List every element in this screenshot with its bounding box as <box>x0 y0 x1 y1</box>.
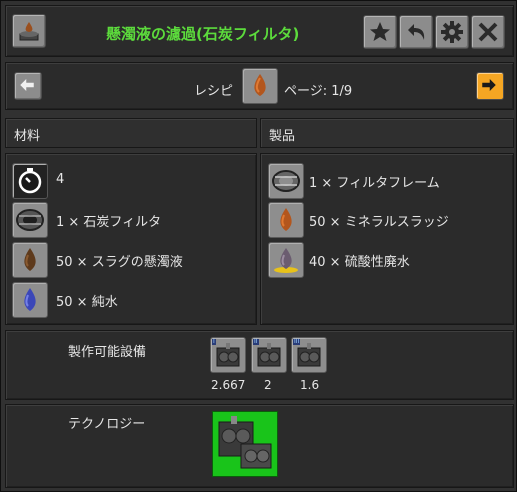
gear-icon <box>441 21 463 43</box>
washing-plant-icon <box>216 343 240 367</box>
crafting-machines-section: 製作可能設備 I 2.667 II 2 III 1.6 <box>5 330 514 400</box>
filter-frame-icon <box>272 170 300 192</box>
recipe-label: レシピ <box>194 84 234 99</box>
machine-speed: 1.6 <box>300 378 320 392</box>
header-bar: 懸濁液の濾過(石炭フィルタ) <box>5 5 514 57</box>
washing-plant-icon <box>297 343 321 367</box>
ingredients-header: 材料 <box>5 118 257 148</box>
coal-filter-icon <box>16 209 44 231</box>
pure-water-slot <box>12 282 48 318</box>
products-header: 製品 <box>260 118 514 148</box>
ingredients-list: 4 1 × 石炭フィルタ 50 × スラグの懸濁液 50 × 純水 <box>5 153 257 325</box>
close-icon <box>478 22 498 42</box>
time-icon <box>18 168 42 194</box>
item-text: 50 × 純水 <box>56 295 118 310</box>
products-heading: 製品 <box>269 129 296 144</box>
mineral-sludge-icon <box>280 208 292 231</box>
sulfuric-waste-water-slot <box>268 242 304 278</box>
item-text: 1 × 石炭フィルタ <box>56 215 162 230</box>
item-text: 1 × フィルタフレーム <box>309 176 440 191</box>
technology-label: テクノロジー <box>68 417 146 432</box>
back-icon <box>408 24 425 40</box>
coal-filter-slot <box>12 202 48 238</box>
mineral-sludge-icon <box>254 74 266 96</box>
machine-slot: III <box>291 337 327 373</box>
arrow-left-icon <box>20 79 34 91</box>
time-slot <box>12 163 48 199</box>
settings-button[interactable] <box>435 15 469 49</box>
next-page-button[interactable] <box>476 72 504 100</box>
products-list: 1 × フィルタフレーム 50 × ミネラルスラッジ 40 × 硫酸性廃水 <box>260 153 514 325</box>
slag-slurry-icon <box>24 248 36 271</box>
machine-speed: 2.667 <box>211 378 246 392</box>
machine-speed: 2 <box>264 378 272 392</box>
technology-button[interactable] <box>212 411 278 477</box>
pure-water-icon <box>24 288 36 311</box>
filter-frame-slot <box>268 163 304 199</box>
previous-page-button[interactable] <box>14 72 42 100</box>
mineral-sludge-slot <box>268 202 304 238</box>
washing-plant-icon <box>257 343 281 367</box>
machines-label: 製作可能設備 <box>68 345 147 360</box>
close-button[interactable] <box>471 15 505 49</box>
ingredients-heading: 材料 <box>14 129 41 144</box>
favorite-button[interactable] <box>363 15 397 49</box>
technology-section: テクノロジー <box>5 404 514 488</box>
page-indicator: ページ: 1/9 <box>284 84 353 99</box>
washing-plant-technology-icon <box>218 416 272 469</box>
star-icon <box>370 22 390 41</box>
current-recipe-icon[interactable] <box>242 68 278 104</box>
item-text: 4 <box>56 172 65 187</box>
item-text: 50 × ミネラルスラッジ <box>309 215 449 230</box>
recipe-category-icon <box>12 14 46 48</box>
sulfuric-waste-water-icon <box>274 248 298 273</box>
window-title: 懸濁液の濾過(石炭フィルタ) <box>106 25 300 43</box>
machine-slot: II <box>251 337 287 373</box>
machine-slot: I <box>210 337 246 373</box>
item-text: 40 × 硫酸性廃水 <box>309 255 410 270</box>
recipe-navigation: レシピ ページ: 1/9 <box>5 62 514 110</box>
item-text: 50 × スラグの懸濁液 <box>56 255 183 270</box>
slag-slurry-slot <box>12 242 48 278</box>
recipe-window: 懸濁液の濾過(石炭フィルタ) レシピ ページ: 1/9 材料 製品 4 1 × … <box>0 0 517 492</box>
arrow-right-icon <box>482 79 496 91</box>
back-button[interactable] <box>399 15 433 49</box>
